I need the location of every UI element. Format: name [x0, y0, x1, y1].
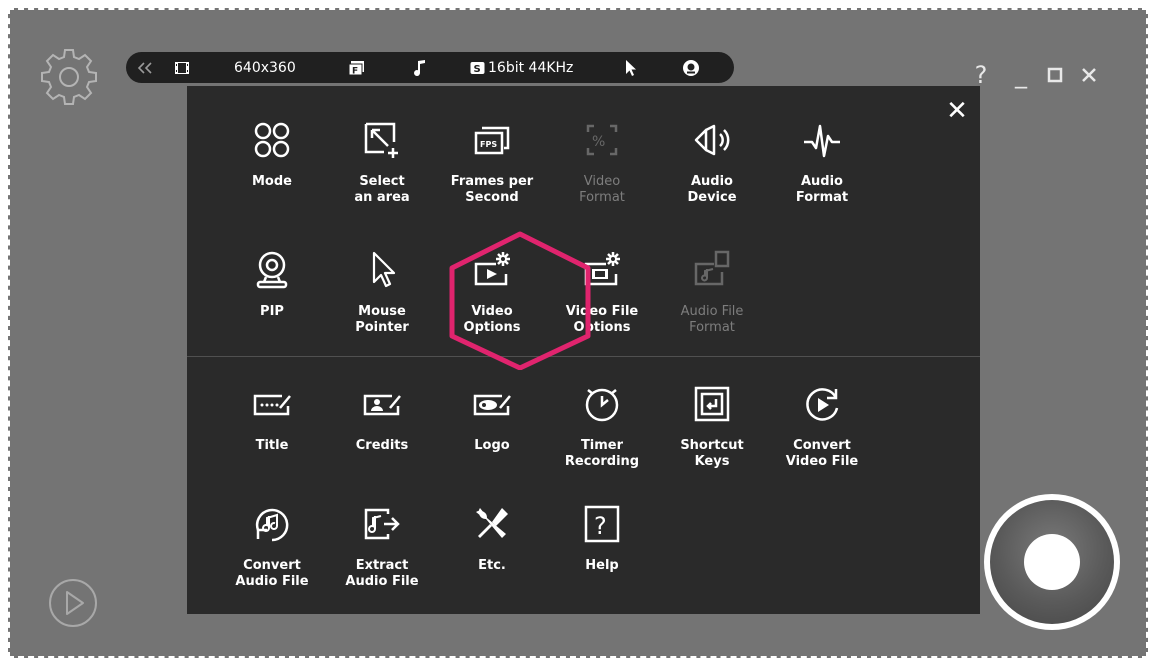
menu-item-label: Mode [252, 174, 292, 189]
svg-text:F: F [352, 66, 358, 76]
video-format-icon: % [586, 124, 618, 156]
menu-item-audio-format[interactable]: Audio Format [767, 120, 877, 230]
menu-item-frames-per-second[interactable]: FPS Frames per Second [437, 120, 547, 230]
menu-item-etc[interactable]: Etc. [437, 504, 547, 614]
collapse-chevron-icon[interactable] [136, 52, 160, 83]
resolution-label[interactable]: 640x360 [234, 52, 296, 83]
menu-item-label: Frames per Second [450, 174, 534, 205]
stereo-icon[interactable]: S [470, 52, 488, 83]
menu-item-label: Timer Recording [564, 438, 640, 469]
menu-item-credits[interactable]: Credits [327, 384, 437, 494]
menu-item-label: Video Options [463, 304, 521, 335]
menu-item-label: Select an area [354, 174, 410, 205]
timer-icon [585, 388, 619, 422]
menu-item-label: Audio Format [795, 174, 849, 205]
minimize-button[interactable]: _ [1006, 58, 1036, 92]
convert-audio-icon [255, 508, 289, 542]
menu-item-label: PIP [260, 304, 284, 319]
title-icon [253, 394, 291, 416]
video-file-settings-icon [584, 252, 620, 286]
extract-audio-icon [364, 508, 400, 540]
menu-item-video-file-options[interactable]: Video File Options [547, 250, 657, 360]
select-area-icon [364, 122, 398, 158]
credits-icon [363, 394, 401, 416]
menu-item-label: Logo [474, 438, 510, 453]
menu-item-label: Shortcut Keys [680, 438, 744, 469]
webcam-icon [256, 251, 288, 289]
record-dot-icon [1024, 534, 1080, 590]
toolbar: 640x360 F S 16bit 44KHz [126, 52, 734, 83]
shortcut-icon [694, 386, 730, 422]
menu-item-video-format: % Video Format [547, 120, 657, 230]
audio-file-icon [694, 250, 730, 286]
menu-item-shortcut-keys[interactable]: Shortcut Keys [657, 384, 767, 494]
tools-icon [476, 508, 508, 538]
menu-item-label: Credits [355, 438, 409, 453]
settings-gear-icon[interactable] [38, 46, 100, 108]
video-settings-icon [474, 252, 510, 286]
svg-text:FPS: FPS [480, 140, 497, 149]
app-window: 640x360 F S 16bit 44KHz ? _ ✕ Mode Selec… [8, 8, 1148, 658]
menu-item-convert-audio-file[interactable]: Convert Audio File [217, 504, 327, 614]
menu-item-pip[interactable]: PIP [217, 250, 327, 360]
menu-item-title[interactable]: Title [217, 384, 327, 494]
format-icon[interactable]: F [348, 52, 370, 83]
svg-text:%: % [592, 134, 605, 150]
menu-item-label: Etc. [478, 558, 506, 573]
menu-item-video-options[interactable]: Video Options [437, 250, 547, 360]
cursor-icon[interactable] [624, 52, 644, 83]
waveform-icon [804, 124, 840, 158]
menu-item-label: Video Format [579, 174, 625, 205]
webcam-toolbar-icon[interactable] [682, 52, 704, 83]
menu-item-label: Extract Audio File [345, 558, 419, 589]
music-note-icon[interactable] [412, 52, 434, 83]
speaker-icon [694, 124, 730, 156]
menu-item-label: Video File Options [565, 304, 639, 335]
convert-video-icon [806, 388, 839, 421]
menu-item-label: Convert Video File [785, 438, 859, 469]
menu-item-label: Convert Audio File [235, 558, 309, 589]
menu-item-mode[interactable]: Mode [217, 120, 327, 230]
menu-item-extract-audio-file[interactable]: Extract Audio File [327, 504, 437, 614]
menu-item-timer-recording[interactable]: Timer Recording [547, 384, 657, 494]
menu-item-audio-device[interactable]: Audio Device [657, 120, 767, 230]
menu-item-mouse-pointer[interactable]: Mouse Pointer [327, 250, 437, 360]
logo-icon [473, 394, 511, 416]
cursor-icon [372, 251, 396, 288]
svg-text:S: S [474, 64, 481, 75]
menu-close-button[interactable]: ✕ [942, 96, 972, 126]
maximize-icon [1047, 67, 1063, 83]
menu-item-label: Audio File Format [680, 304, 744, 335]
menu-item-logo[interactable]: Logo [437, 384, 547, 494]
settings-menu-panel: ✕ Mode Select an area FPS Frames per Sec… [187, 86, 980, 614]
close-window-button[interactable] [1074, 58, 1104, 92]
menu-item-select-area[interactable]: Select an area [327, 120, 437, 230]
menu-item-label: Help [585, 558, 619, 573]
mode-icon [254, 122, 290, 158]
fps-icon: FPS [474, 126, 510, 155]
audio-quality-label[interactable]: 16bit 44KHz [488, 52, 573, 83]
menu-item-help[interactable]: ? Help [547, 504, 657, 614]
help-icon: ? [584, 505, 620, 543]
play-button-icon[interactable] [47, 577, 99, 629]
menu-item-label: Audio Device [687, 174, 737, 205]
svg-text:?: ? [594, 512, 607, 540]
maximize-button[interactable] [1040, 58, 1070, 92]
close-icon [1082, 68, 1096, 82]
menu-item-audio-file-format: Audio File Format [657, 250, 767, 360]
menu-item-label: Mouse Pointer [355, 304, 409, 335]
menu-item-convert-video-file[interactable]: Convert Video File [767, 384, 877, 494]
menu-item-label: Title [255, 438, 289, 453]
film-strip-icon[interactable] [174, 52, 196, 83]
